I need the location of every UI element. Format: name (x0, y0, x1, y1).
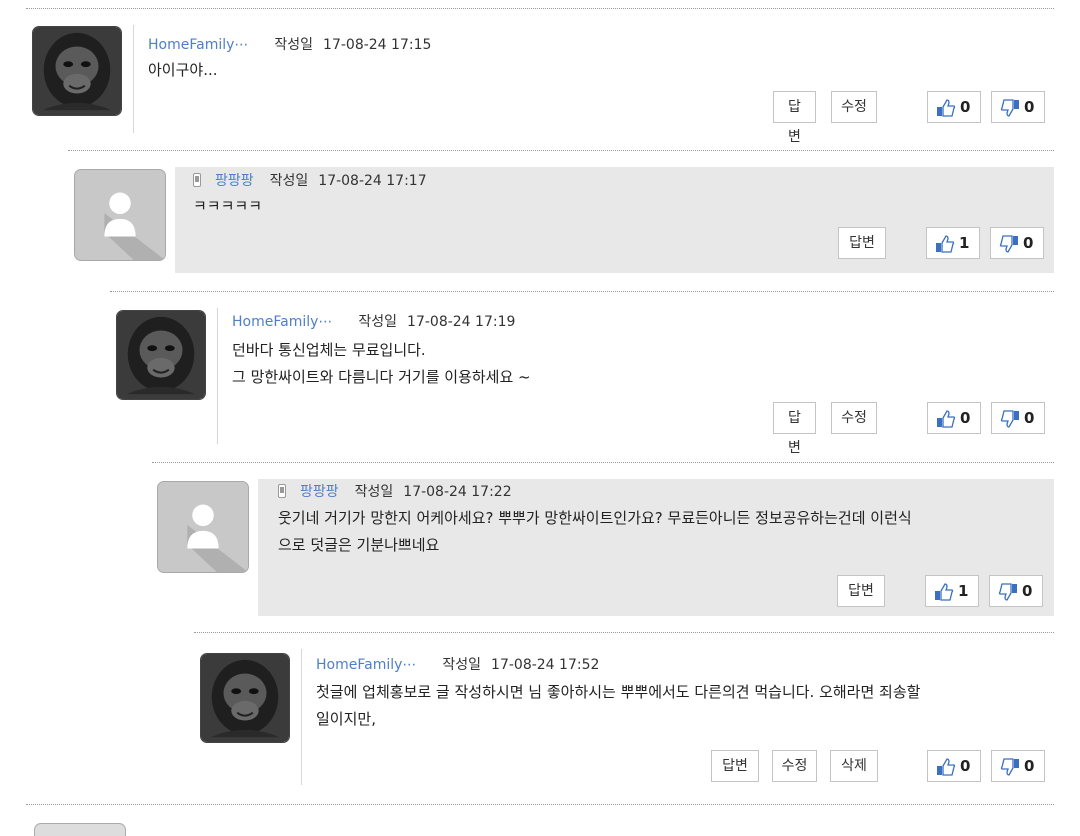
comment-body: HomeFamily⋯ 작성일 17-08-24 17:52 첫글에 업체홍보로 글… (302, 649, 1054, 789)
default-avatar-icon (158, 482, 248, 572)
like-count: 1 (959, 234, 970, 252)
reply-button[interactable]: 답변 (773, 402, 816, 456)
thumbs-down-icon (998, 583, 1017, 601)
reply-button[interactable]: 답변 (837, 575, 885, 607)
mobile-icon (193, 173, 201, 191)
like-button[interactable]: 0 (927, 402, 981, 434)
dislike-button[interactable]: 0 (991, 91, 1045, 123)
comment-text: 던바다 통신업체는 무료입니다. 그 망한싸이트와 다름니다 거기를 이용하세요… (232, 337, 1042, 391)
thumbs-down-icon (1000, 410, 1019, 428)
comment-line: 첫글에 업체홍보로 글 작성하시면 님 좋아하시는 뿌뿌에서도 다른의견 먹습니… (316, 683, 921, 701)
comment-meta: HomeFamily⋯ 작성일 17-08-24 17:15 (148, 34, 431, 54)
date-value: 17-08-24 17:17 (318, 173, 427, 189)
date-value: 17-08-24 17:52 (491, 657, 600, 673)
comment-meta: 팡팡팡 작성일 17-08-24 17:17 (193, 170, 427, 191)
default-avatar-icon (75, 170, 165, 260)
date-label: 작성일 (274, 37, 314, 53)
date-value: 17-08-24 17:22 (403, 484, 512, 500)
thumbs-up-icon (937, 99, 956, 117)
dislike-count: 0 (1024, 409, 1035, 427)
like-button[interactable]: 1 (926, 227, 980, 259)
comment-line: 웃기네 거기가 망한지 어케아세요? 뿌뿌가 망한싸이트인가요? 무료든아니든 … (278, 509, 912, 527)
reply-button[interactable]: 답변 (838, 227, 886, 259)
dislike-count: 0 (1024, 757, 1035, 775)
avatar[interactable] (157, 481, 249, 573)
reply-button[interactable]: 답변 (773, 91, 816, 145)
thumbs-down-icon (999, 235, 1018, 253)
comment-text: 첫글에 업체홍보로 글 작성하시면 님 좋아하시는 뿌뿌에서도 다른의견 먹습니… (316, 679, 1054, 733)
comment-line: 아이구야... (148, 61, 218, 79)
date-label: 작성일 (354, 484, 394, 500)
edit-button[interactable]: 수정 (831, 91, 877, 123)
like-button[interactable]: 0 (927, 750, 981, 782)
comment-line: 던바다 통신업체는 무료입니다. (232, 341, 426, 359)
ape-avatar-image (117, 311, 205, 399)
like-count: 0 (960, 98, 971, 116)
dislike-count: 0 (1024, 98, 1035, 116)
avatar[interactable] (116, 310, 206, 400)
dislike-button[interactable]: 0 (990, 227, 1044, 259)
like-count: 1 (958, 582, 969, 600)
thumbs-up-icon (936, 235, 955, 253)
comment-body: 팡팡팡 작성일 17-08-24 17:17 ㅋㅋㅋㅋㅋ 답변 1 0 (175, 167, 1054, 273)
comment: HomeFamily⋯ 작성일 17-08-24 17:52 첫글에 업체홍보로 글… (194, 632, 1054, 805)
author-name[interactable]: 팡팡팡 (215, 173, 254, 189)
thumbs-up-icon (935, 583, 954, 601)
comment: 팡팡팡 작성일 17-08-24 17:22 웃기네 거기가 망한지 어케아세요? … (152, 462, 1054, 633)
delete-button[interactable]: 삭제 (830, 750, 878, 782)
like-button[interactable]: 0 (927, 91, 981, 123)
dislike-button[interactable]: 0 (991, 750, 1045, 782)
edit-button[interactable]: 수정 (772, 750, 817, 782)
reply-button[interactable]: 답변 (711, 750, 759, 782)
comment-text: 웃기네 거기가 망한지 어케아세요? 뿌뿌가 망한싸이트인가요? 무료든아니든 … (278, 505, 1050, 559)
comment-meta: 팡팡팡 작성일 17-08-24 17:22 (278, 481, 512, 502)
dislike-button[interactable]: 0 (991, 402, 1045, 434)
comment-meta: HomeFamily⋯ 작성일 17-08-24 17:19 (232, 311, 515, 331)
comment-line: 일이지만, (316, 710, 376, 728)
thumbs-down-icon (1000, 99, 1019, 117)
edit-button[interactable]: 수정 (831, 402, 877, 434)
comment-body: HomeFamily⋯ 작성일 17-08-24 17:15 아이구야... 답변 … (134, 25, 1054, 145)
comment-line: 그 망한싸이트와 다름니다 거기를 이용하세요 ~ (232, 368, 531, 386)
author-name[interactable]: HomeFamily⋯ (148, 37, 248, 53)
ape-avatar-image (201, 654, 289, 742)
date-label: 작성일 (269, 173, 309, 189)
date-label: 작성일 (358, 314, 398, 330)
author-name[interactable]: 팡팡팡 (300, 484, 339, 500)
comment-meta: HomeFamily⋯ 작성일 17-08-24 17:52 (316, 654, 599, 674)
dislike-count: 0 (1022, 582, 1033, 600)
comment-body: 팡팡팡 작성일 17-08-24 17:22 웃기네 거기가 망한지 어케아세요? … (258, 479, 1054, 616)
date-value: 17-08-24 17:19 (407, 314, 516, 330)
comment: 팡팡팡 작성일 17-08-24 17:17 ㅋㅋㅋㅋㅋ 답변 1 0 (68, 150, 1054, 292)
thumbs-down-icon (1000, 758, 1019, 776)
author-name[interactable]: HomeFamily⋯ (316, 657, 416, 673)
like-count: 0 (960, 757, 971, 775)
dislike-button[interactable]: 0 (989, 575, 1043, 607)
avatar (34, 823, 126, 836)
ape-avatar-image (33, 27, 121, 115)
date-label: 작성일 (442, 657, 482, 673)
author-name[interactable]: HomeFamily⋯ (232, 314, 332, 330)
comment: HomeFamily⋯ 작성일 17-08-24 17:19 던바다 통신업체는 무… (110, 291, 1054, 463)
avatar[interactable] (32, 26, 122, 116)
comment-body: HomeFamily⋯ 작성일 17-08-24 17:19 던바다 통신업체는 무… (218, 308, 1054, 456)
comment-line: ㅋㅋㅋㅋㅋ (193, 197, 263, 215)
like-button[interactable]: 1 (925, 575, 979, 607)
comment-line: 으로 덧글은 기분나쁘네요 (278, 536, 440, 554)
mobile-icon (278, 484, 286, 502)
like-count: 0 (960, 409, 971, 427)
next-comment-divider (26, 804, 1054, 836)
dislike-count: 0 (1023, 234, 1034, 252)
avatar[interactable] (74, 169, 166, 261)
thumbs-up-icon (937, 410, 956, 428)
thumbs-up-icon (937, 758, 956, 776)
date-value: 17-08-24 17:15 (323, 37, 432, 53)
avatar[interactable] (200, 653, 290, 743)
comment-text: ㅋㅋㅋㅋㅋ (193, 193, 1042, 220)
comment: HomeFamily⋯ 작성일 17-08-24 17:15 아이구야... 답변 … (26, 8, 1054, 151)
comment-text: 아이구야... (148, 57, 1042, 84)
